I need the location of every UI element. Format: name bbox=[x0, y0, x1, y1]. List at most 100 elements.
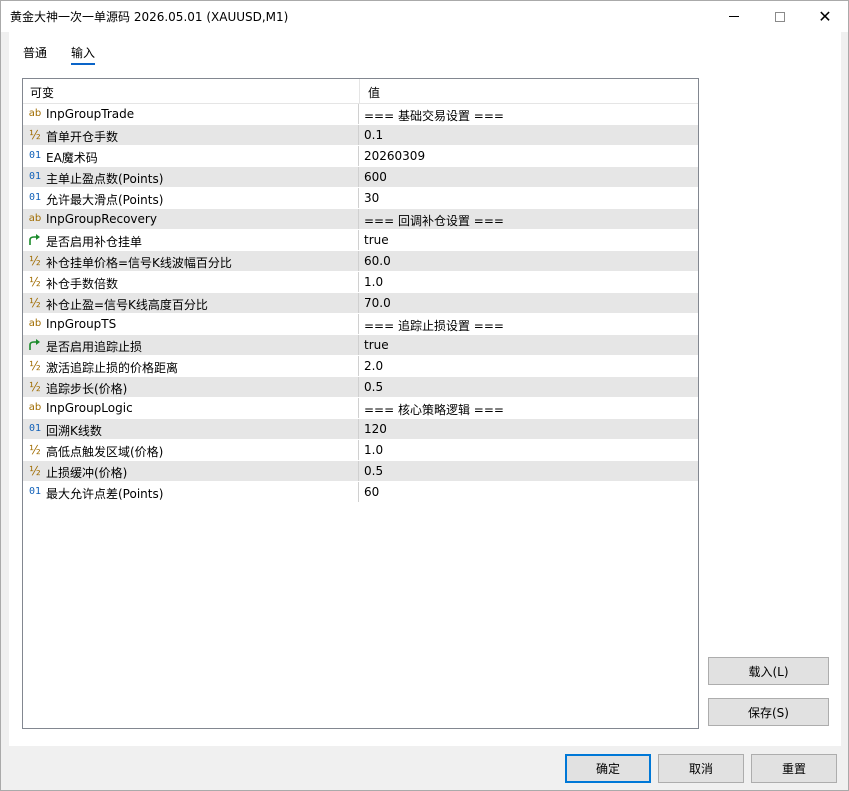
table-row[interactable]: ½ 补仓手数倍数 1.0 bbox=[23, 272, 698, 293]
variable-cell: 01 主单止盈点数(Points) bbox=[23, 167, 359, 187]
variable-value[interactable]: 1.0 bbox=[364, 443, 383, 457]
table-row[interactable]: ab InpGroupLogic === 核心策略逻辑 === bbox=[23, 398, 698, 419]
save-button[interactable]: 保存(S) bbox=[708, 698, 829, 726]
string-type-icon: ab bbox=[28, 318, 42, 329]
variable-value[interactable]: 20260309 bbox=[364, 149, 425, 163]
variable-name: InpGroupRecovery bbox=[46, 212, 157, 226]
string-type-icon: ab bbox=[28, 213, 42, 224]
inputs-grid: 可变 值 ab InpGroupTrade === 基础交易设置 === ½ 首单开仓手… bbox=[22, 78, 699, 729]
variable-name: 补仓止盈=信号K线高度百分比 bbox=[46, 298, 208, 312]
grid-rows: ab InpGroupTrade === 基础交易设置 === ½ 首单开仓手数 0.1 0… bbox=[23, 104, 698, 503]
integer-type-icon: 01 bbox=[28, 171, 42, 182]
table-row[interactable]: ½ 激活追踪止损的价格距离 2.0 bbox=[23, 356, 698, 377]
table-row[interactable]: ½ 止损缓冲(价格) 0.5 bbox=[23, 461, 698, 482]
tab-inputs[interactable]: 输入 bbox=[71, 44, 96, 65]
variable-value[interactable]: true bbox=[364, 233, 389, 247]
variable-cell: ab InpGroupTS bbox=[23, 314, 359, 334]
variable-value[interactable]: 60.0 bbox=[364, 254, 391, 268]
variable-value[interactable]: 30 bbox=[364, 191, 379, 205]
variable-cell: ½ 补仓止盈=信号K线高度百分比 bbox=[23, 293, 359, 313]
variable-cell: ½ 补仓手数倍数 bbox=[23, 272, 359, 292]
variable-value[interactable]: === 回调补仓设置 === bbox=[364, 212, 504, 229]
dialog-panel: 普通 输入 可变 值 ab InpGroupTrade === 基础交易设置 ===… bbox=[9, 32, 841, 746]
table-row[interactable]: ab InpGroupTS === 追踪止损设置 === bbox=[23, 314, 698, 335]
minimize-icon bbox=[729, 16, 739, 17]
integer-type-icon: 01 bbox=[28, 192, 42, 203]
integer-type-icon: 01 bbox=[28, 423, 42, 434]
variable-value[interactable]: 0.5 bbox=[364, 464, 383, 478]
double-type-icon: ½ bbox=[29, 464, 41, 478]
table-row[interactable]: ½ 追踪步长(价格) 0.5 bbox=[23, 377, 698, 398]
string-type-icon: ab bbox=[28, 402, 42, 413]
variable-cell: 01 EA魔术码 bbox=[23, 146, 359, 166]
variable-value[interactable]: === 追踪止损设置 === bbox=[364, 317, 504, 334]
variable-cell: 是否启用追踪止损 bbox=[23, 335, 359, 355]
variable-value[interactable]: 0.5 bbox=[364, 380, 383, 394]
variable-cell: 01 回溯K线数 bbox=[23, 419, 359, 439]
table-row[interactable]: 01 最大允许点差(Points) 60 bbox=[23, 482, 698, 503]
variable-cell: 是否启用补仓挂单 bbox=[23, 230, 359, 250]
ok-button[interactable]: 确定 bbox=[565, 754, 651, 783]
variable-name: 主单止盈点数(Points) bbox=[46, 172, 164, 186]
bool-type-icon bbox=[27, 338, 43, 352]
variable-value[interactable]: true bbox=[364, 338, 389, 352]
variable-cell: ½ 追踪步长(价格) bbox=[23, 377, 359, 397]
variable-name: EA魔术码 bbox=[46, 151, 98, 165]
variable-cell: ½ 激活追踪止损的价格距离 bbox=[23, 356, 359, 376]
reset-button[interactable]: 重置 bbox=[751, 754, 837, 783]
close-icon: ✕ bbox=[818, 6, 832, 26]
minimize-button[interactable] bbox=[711, 1, 757, 32]
column-header-variable[interactable]: 可变 bbox=[30, 84, 54, 101]
variable-value[interactable]: 120 bbox=[364, 422, 387, 436]
variable-value[interactable]: === 基础交易设置 === bbox=[364, 107, 504, 124]
tab-common[interactable]: 普通 bbox=[23, 44, 47, 61]
table-row[interactable]: 是否启用追踪止损 true bbox=[23, 335, 698, 356]
table-row[interactable]: ab InpGroupTrade === 基础交易设置 === bbox=[23, 104, 698, 125]
load-button[interactable]: 载入(L) bbox=[708, 657, 829, 685]
variable-name: 首单开仓手数 bbox=[46, 130, 119, 144]
maximize-icon bbox=[775, 11, 785, 22]
variable-value[interactable]: 2.0 bbox=[364, 359, 383, 373]
variable-cell: 01 最大允许点差(Points) bbox=[23, 482, 359, 502]
table-row[interactable]: ½ 首单开仓手数 0.1 bbox=[23, 125, 698, 146]
table-row[interactable]: ab InpGroupRecovery === 回调补仓设置 === bbox=[23, 209, 698, 230]
variable-value[interactable]: 1.0 bbox=[364, 275, 383, 289]
variable-name: InpGroupTrade bbox=[46, 107, 135, 121]
double-type-icon: ½ bbox=[29, 254, 41, 268]
close-button[interactable]: ✕ bbox=[802, 1, 848, 32]
grid-header: 可变 值 bbox=[23, 79, 698, 104]
variable-name: 是否启用追踪止损 bbox=[46, 340, 143, 354]
variable-name: 高低点触发区域(价格) bbox=[46, 445, 164, 459]
variable-value[interactable]: === 核心策略逻辑 === bbox=[364, 401, 504, 418]
variable-name: 补仓挂单价格=信号K线波幅百分比 bbox=[46, 256, 232, 270]
double-type-icon: ½ bbox=[29, 380, 41, 394]
variable-name: InpGroupTS bbox=[46, 317, 117, 331]
integer-type-icon: 01 bbox=[28, 486, 42, 497]
table-row[interactable]: 01 主单止盈点数(Points) 600 bbox=[23, 167, 698, 188]
variable-name: 是否启用补仓挂单 bbox=[46, 235, 143, 249]
column-header-value[interactable]: 值 bbox=[368, 84, 380, 101]
table-row[interactable]: ½ 补仓挂单价格=信号K线波幅百分比 60.0 bbox=[23, 251, 698, 272]
cancel-button[interactable]: 取消 bbox=[658, 754, 744, 783]
variable-value[interactable]: 0.1 bbox=[364, 128, 383, 142]
table-row[interactable]: ½ 高低点触发区域(价格) 1.0 bbox=[23, 440, 698, 461]
double-type-icon: ½ bbox=[29, 296, 41, 310]
variable-name: InpGroupLogic bbox=[46, 401, 133, 415]
variable-name: 允许最大滑点(Points) bbox=[46, 193, 164, 207]
variable-value[interactable]: 70.0 bbox=[364, 296, 391, 310]
variable-name: 追踪步长(价格) bbox=[46, 382, 128, 396]
variable-name: 止损缓冲(价格) bbox=[46, 466, 128, 480]
maximize-button[interactable] bbox=[757, 1, 803, 32]
table-row[interactable]: 01 回溯K线数 120 bbox=[23, 419, 698, 440]
table-row[interactable]: 01 EA魔术码 20260309 bbox=[23, 146, 698, 167]
variable-value[interactable]: 60 bbox=[364, 485, 379, 499]
column-separator[interactable] bbox=[359, 79, 360, 104]
bool-type-icon bbox=[27, 233, 43, 247]
table-row[interactable]: ½ 补仓止盈=信号K线高度百分比 70.0 bbox=[23, 293, 698, 314]
string-type-icon: ab bbox=[28, 108, 42, 119]
table-row[interactable]: 01 允许最大滑点(Points) 30 bbox=[23, 188, 698, 209]
variable-value[interactable]: 600 bbox=[364, 170, 387, 184]
variable-cell: ab InpGroupLogic bbox=[23, 398, 359, 418]
table-row[interactable]: 是否启用补仓挂单 true bbox=[23, 230, 698, 251]
double-type-icon: ½ bbox=[29, 275, 41, 289]
